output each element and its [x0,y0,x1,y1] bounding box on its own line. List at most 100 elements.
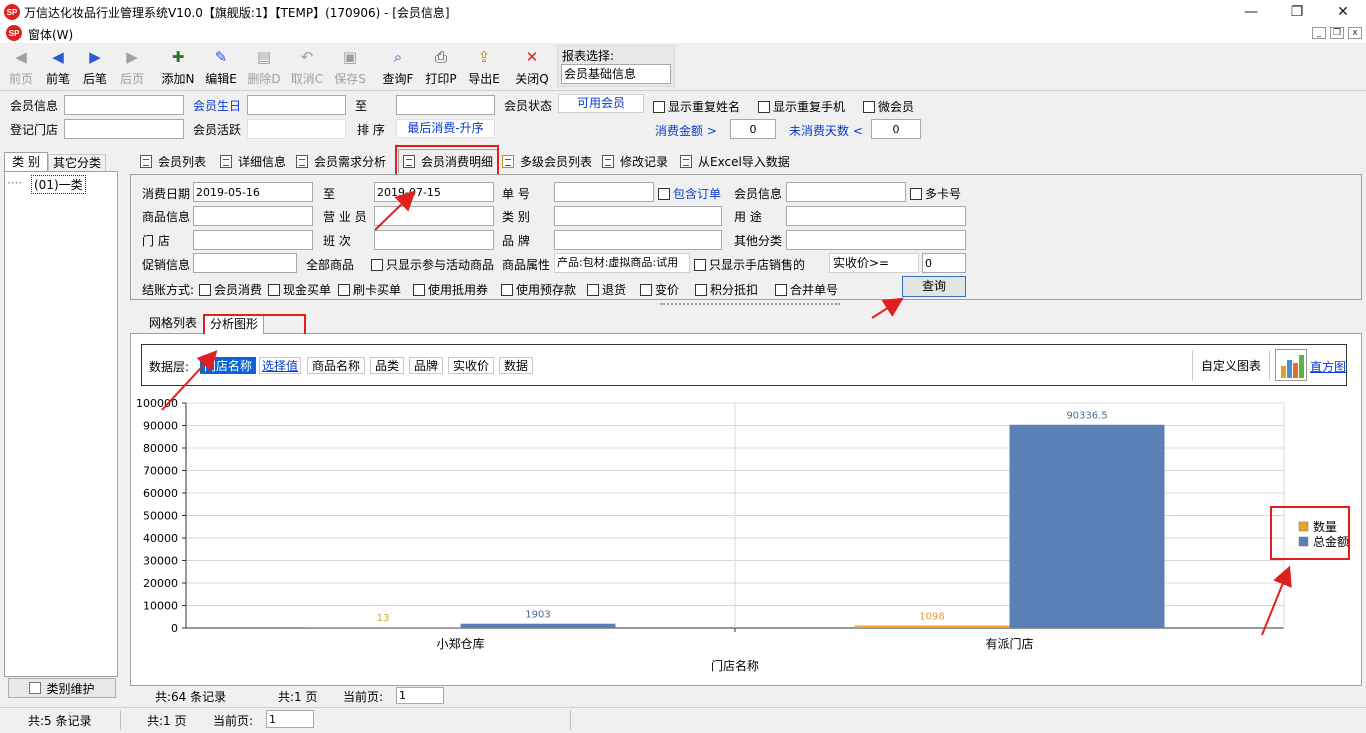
shift-input[interactable] [374,230,494,250]
settle-member-checkbox[interactable]: 会员消费 [199,281,262,298]
only-activity-checkbox[interactable]: 只显示参与活动商品 [371,256,494,273]
tab-member-list[interactable]: 会员列表 [140,150,206,172]
datalayer-tag-data[interactable]: 数据 [499,357,533,374]
other-class-input[interactable] [786,230,966,250]
cancel-button[interactable]: ↶ 取消C [286,45,328,89]
goods-attr-select[interactable]: 产品:包材:虚拟商品:试用 [554,253,690,273]
first-page-button[interactable]: ◀ 前页 [0,45,42,89]
mdi-minimize-icon[interactable]: _ [1312,27,1326,39]
query-member-input[interactable] [786,182,906,202]
date-to-input[interactable] [374,182,494,202]
bar-chart-icon[interactable] [1275,349,1307,381]
show-dup-name-checkbox[interactable]: 显示重复姓名 [653,98,740,115]
next-record-button[interactable]: ▶ 后笔 [74,45,116,89]
save-button[interactable]: ▣ 保存S [329,45,371,89]
datalayer-tag-select[interactable]: 选择值 [259,357,301,374]
minimize-icon[interactable]: — [1228,0,1274,23]
outer-current-page-input[interactable] [266,710,314,728]
doc-icon [502,154,514,168]
tab-category[interactable]: 类 别 [4,152,48,172]
tab-import-excel[interactable]: 从Excel导入数据 [680,150,790,172]
datalayer-tag-price[interactable]: 实收价 [448,357,494,374]
tab-multilevel-list[interactable]: 多级会员列表 [502,150,592,172]
settle-cash-checkbox[interactable]: 现金买单 [268,281,331,298]
window-close-icon[interactable]: ✕ [1320,0,1366,23]
settle-points-checkbox[interactable]: 积分抵扣 [695,281,758,298]
store-label: 门 店 [142,234,170,248]
member-info-input[interactable] [64,95,184,115]
multi-card-checkbox[interactable]: 多卡号 [910,185,961,202]
tab-other-category[interactable]: 其它分类 [48,154,106,172]
last-page-button[interactable]: ▶ 后页 [111,45,153,89]
wechat-member-checkbox[interactable]: 微会员 [863,98,914,115]
y-tick-label: 60000 [143,487,178,500]
datalayer-tag-store[interactable]: 门店名称 [200,357,256,374]
tree-item[interactable]: (01)一类 [31,175,86,194]
datalayer-tag-class[interactable]: 品类 [370,357,404,374]
settle-voucher-checkbox[interactable]: 使用抵用券 [413,281,488,298]
inner-current-page-input[interactable] [396,687,444,704]
register-store-input[interactable] [64,119,184,139]
mdi-close-icon[interactable]: x [1348,27,1362,39]
settle-price-change-checkbox[interactable]: 变价 [640,281,679,298]
data-label: 13 [377,613,390,624]
brand-input[interactable] [554,230,722,250]
salesman-input[interactable] [374,206,494,226]
datalayer-tag-brand[interactable]: 品牌 [409,357,443,374]
histogram-link[interactable]: 直方图 [1310,358,1346,375]
member-activity-select[interactable] [247,119,346,139]
menu-window[interactable]: 窗体(W) [28,26,73,43]
only-store-checkbox[interactable]: 只显示手店销售的 [694,256,805,273]
settle-option-label: 使用抵用券 [428,283,489,297]
goods-info-input[interactable] [193,206,313,226]
delete-label: 删除D [247,72,281,86]
mdi-restore-icon[interactable]: ❐ [1330,27,1344,39]
member-status-select[interactable]: 可用会员 [558,94,644,113]
export-button[interactable]: ⇪ 导出E [463,45,505,89]
edit-button[interactable]: ✎ 编辑E [200,45,242,89]
only-store-label: 只显示手店销售的 [709,258,806,272]
sub-tabs: 网格列表 分析图形 [130,312,1362,335]
category-label: 类 别 [502,210,530,224]
query-button[interactable]: ⌕ 查询F [377,45,419,89]
category-maintain-button[interactable]: 类别维护 [8,678,116,698]
birthday-to-input[interactable] [396,95,495,115]
custom-chart-button[interactable]: 自定义图表 [1192,350,1270,381]
category-input[interactable] [554,206,722,226]
birthday-label[interactable]: 会员生日 [193,97,241,114]
delete-button[interactable]: ▤ 删除D [243,45,285,89]
datalayer-tag-goods[interactable]: 商品名称 [307,357,365,374]
prev-record-button[interactable]: ◀ 前笔 [37,45,79,89]
order-no-input[interactable] [554,182,654,202]
main-tabs: 会员列表 详细信息 会员需求分析 会员消费明细 多级会员列表 修改记录 从Exc… [128,148,1364,173]
print-button[interactable]: ⎙ 打印P [420,45,462,89]
sort-select[interactable]: 最后消费-升序 [396,119,495,138]
add-button[interactable]: ✚ 添加N [157,45,199,89]
date-from-input[interactable] [193,182,313,202]
real-price-input[interactable] [922,253,966,273]
tab-detail[interactable]: 详细信息 [220,150,286,172]
tab-demand-analysis[interactable]: 会员需求分析 [296,150,386,172]
query-submit-button[interactable]: 查询 [902,276,966,297]
save-icon: ▣ [342,48,358,66]
settle-return-checkbox[interactable]: 退货 [587,281,626,298]
real-price-select[interactable]: 实收价>= [829,253,919,273]
all-goods-label[interactable]: 全部商品 [306,256,354,273]
include-order-checkbox[interactable]: 包含订单 [658,185,721,202]
tab-change-log[interactable]: 修改记录 [602,150,668,172]
promo-input[interactable] [193,253,297,273]
close-button[interactable]: ✕ 关闭Q [511,45,553,89]
tab-grid-list[interactable]: 网格列表 [144,315,202,334]
usage-input[interactable] [786,206,966,226]
settle-card-checkbox[interactable]: 刷卡买单 [338,281,401,298]
store-input[interactable] [193,230,313,250]
splitter[interactable] [660,303,840,307]
birthday-from-input[interactable] [247,95,346,115]
days-input[interactable] [871,119,921,139]
show-dup-phone-checkbox[interactable]: 显示重复手机 [758,98,845,115]
restore-icon[interactable]: ❐ [1274,0,1320,23]
amount-input[interactable] [730,119,776,139]
settle-merge-checkbox[interactable]: 合并单号 [775,281,838,298]
settle-prepaid-checkbox[interactable]: 使用预存款 [501,281,576,298]
report-select[interactable]: 会员基础信息 [561,64,671,84]
